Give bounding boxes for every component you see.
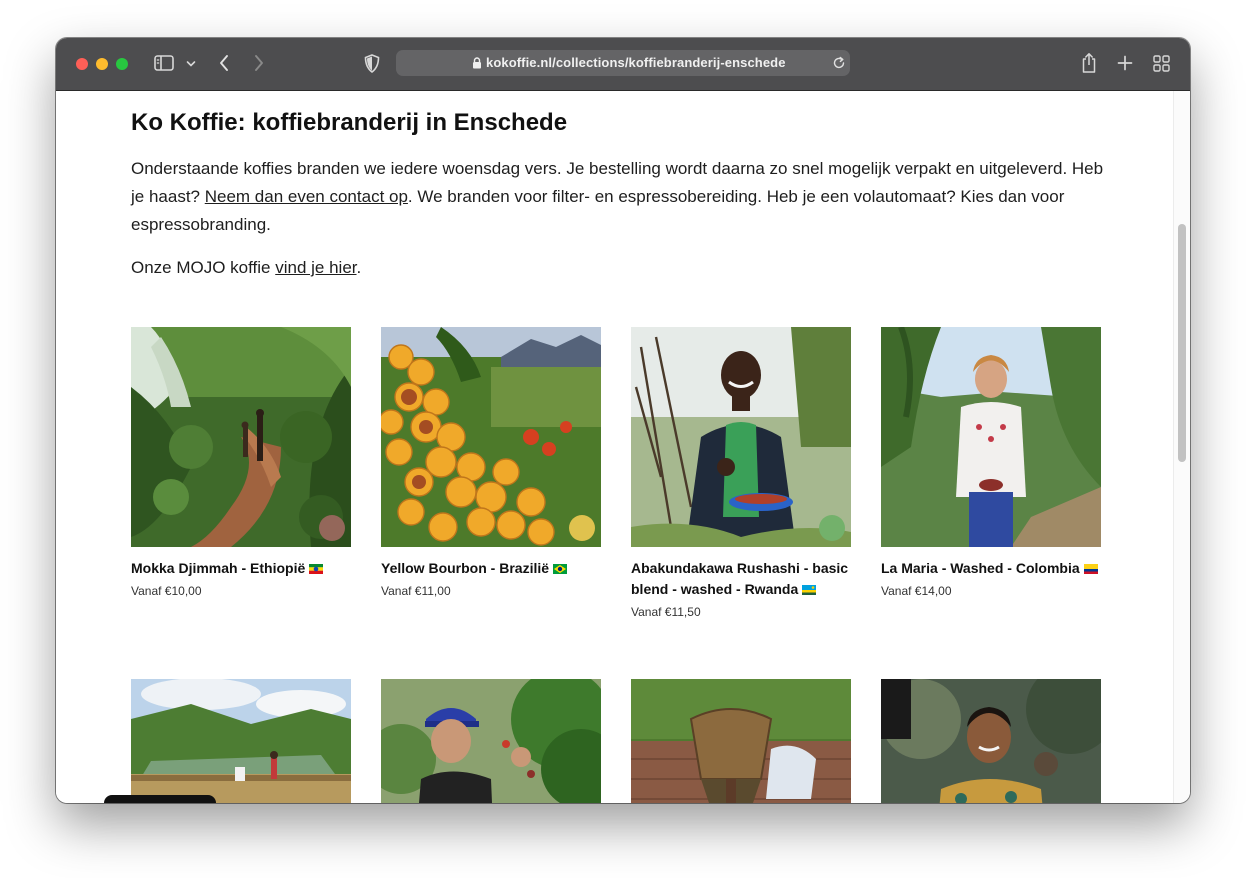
- share-icon[interactable]: [1080, 52, 1098, 74]
- back-icon[interactable]: [218, 54, 230, 72]
- address-bar[interactable]: kokoffie.nl/collections/koffiebranderij-…: [396, 50, 850, 76]
- product-title[interactable]: Abakundakawa Rushashi - basic blend - wa…: [631, 558, 851, 600]
- product-price: Vanaf €11,00: [381, 584, 451, 598]
- product-image[interactable]: [381, 679, 601, 803]
- minimize-window-button[interactable]: [96, 58, 108, 70]
- product-title-text: Yellow Bourbon - Brazilië: [381, 560, 550, 576]
- product-image[interactable]: [381, 327, 601, 547]
- browser-toolbar: kokoffie.nl/collections/koffiebranderij-…: [56, 38, 1190, 91]
- contact-link[interactable]: Neem dan even contact op: [205, 187, 408, 206]
- intro-paragraph: Onderstaande koffies branden we iedere w…: [131, 155, 1121, 239]
- product-card[interactable]: La Maria - Washed - Colombia Vanaf €14,0…: [881, 327, 1101, 598]
- product-image[interactable]: [881, 679, 1101, 803]
- coffee-cherries-photo: [381, 327, 601, 547]
- product-card[interactable]: Abakundakawa Rushashi - basic blend - wa…: [631, 327, 851, 619]
- product-card[interactable]: [131, 679, 351, 803]
- product-card[interactable]: [381, 679, 601, 803]
- colombia-flag-icon: [1083, 564, 1098, 574]
- mojo-text-suffix: .: [356, 258, 362, 277]
- woman-farmer-photo: [881, 327, 1101, 547]
- woman-picking-photo: [381, 679, 601, 803]
- mojo-text-prefix: Onze MOJO koffie: [131, 258, 276, 277]
- forward-icon[interactable]: [253, 54, 265, 72]
- product-image[interactable]: [631, 679, 851, 803]
- smiling-boy-photo: [881, 679, 1101, 803]
- color-swatch: [819, 515, 845, 541]
- product-image[interactable]: [131, 679, 351, 803]
- basket-pouring-photo: [631, 679, 851, 803]
- product-card[interactable]: [631, 679, 851, 803]
- tab-overview-icon[interactable]: [1153, 55, 1170, 72]
- product-title[interactable]: Mokka Djimmah - Ethiopië: [131, 558, 351, 579]
- product-title[interactable]: Yellow Bourbon - Brazilië: [381, 558, 601, 579]
- floating-widget[interactable]: [104, 795, 216, 803]
- color-swatch: [319, 515, 345, 541]
- drying-beds-photo: [131, 679, 351, 803]
- product-image[interactable]: [131, 327, 351, 547]
- product-card[interactable]: Yellow Bourbon - Brazilië Vanaf €11,00: [381, 327, 601, 598]
- product-title-text: Mokka Djimmah - Ethiopië: [131, 560, 306, 576]
- lock-icon: [473, 57, 481, 69]
- jungle-path-photo: [131, 327, 351, 547]
- product-price: Vanaf €11,50: [631, 605, 701, 619]
- close-window-button[interactable]: [76, 58, 88, 70]
- chevron-down-icon[interactable]: [186, 60, 196, 68]
- product-card[interactable]: Mokka Djimmah - Ethiopië Vanaf €10,00: [131, 327, 351, 598]
- scrollbar-thumb[interactable]: [1178, 224, 1186, 462]
- product-price: Vanaf €14,00: [881, 584, 952, 598]
- ethiopia-flag-icon: [309, 564, 324, 574]
- sidebar-icon[interactable]: [154, 55, 174, 71]
- reload-icon[interactable]: [832, 56, 846, 70]
- product-image[interactable]: [881, 327, 1101, 547]
- product-title[interactable]: La Maria - Washed - Colombia: [881, 558, 1101, 579]
- mojo-link[interactable]: vind je hier: [275, 258, 356, 277]
- farmer-with-beans-photo: [631, 327, 851, 547]
- mojo-paragraph: Onze MOJO koffie vind je hier.: [131, 254, 1121, 282]
- zoom-window-button[interactable]: [116, 58, 128, 70]
- intro-text: Onderstaande koffies branden we iedere w…: [131, 155, 1121, 297]
- product-title-text: La Maria - Washed - Colombia: [881, 560, 1080, 576]
- new-tab-icon[interactable]: [1117, 55, 1133, 71]
- rwanda-flag-icon: [802, 585, 817, 595]
- browser-window: kokoffie.nl/collections/koffiebranderij-…: [56, 38, 1190, 803]
- url-text: kokoffie.nl/collections/koffiebranderij-…: [486, 55, 786, 70]
- page-title: Ko Koffie: koffiebranderij in Enschede: [131, 109, 568, 136]
- product-card[interactable]: [881, 679, 1101, 803]
- product-price: Vanaf €10,00: [131, 584, 202, 598]
- product-image[interactable]: [631, 327, 851, 547]
- brazil-flag-icon: [553, 564, 568, 574]
- privacy-shield-icon[interactable]: [364, 54, 380, 73]
- color-swatch: [569, 515, 595, 541]
- page-content: Ko Koffie: koffiebranderij in Enschede O…: [56, 91, 1174, 803]
- scrollbar[interactable]: [1173, 91, 1190, 803]
